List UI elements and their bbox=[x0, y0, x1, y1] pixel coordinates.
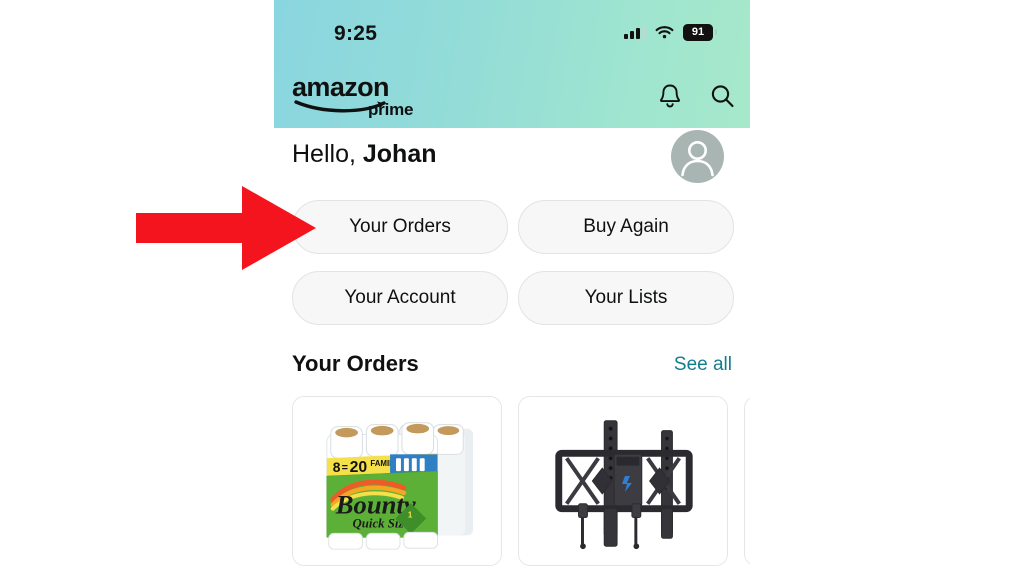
see-all-link[interactable]: See all bbox=[674, 354, 732, 376]
svg-text:prime: prime bbox=[368, 100, 413, 118]
search-icon bbox=[711, 85, 734, 108]
search-button[interactable] bbox=[706, 80, 738, 112]
quick-action-buy-again[interactable]: Buy Again bbox=[518, 200, 734, 254]
quick-action-label: Buy Again bbox=[583, 216, 669, 237]
greeting-prefix: Hello, bbox=[292, 140, 356, 168]
wifi-icon bbox=[655, 25, 674, 39]
svg-text:=: = bbox=[342, 462, 348, 474]
app-header: 9:25 91 amazon prime bbox=[274, 0, 750, 128]
user-name: Johan bbox=[362, 140, 437, 168]
order-card-bounty-paper-towels[interactable]: 8 = 20 FAMILY Bounty Quick Size 1 bbox=[292, 396, 502, 566]
battery-level-text: 91 bbox=[691, 25, 705, 38]
svg-text:8: 8 bbox=[333, 459, 341, 475]
tv-wall-mount-image bbox=[519, 397, 727, 565]
bounty-paper-towels-image: 8 = 20 FAMILY Bounty Quick Size 1 bbox=[293, 397, 501, 565]
bell-icon bbox=[659, 84, 681, 108]
status-bar-icons: 91 bbox=[624, 22, 717, 42]
quick-action-your-lists[interactable]: Your Lists bbox=[518, 271, 734, 325]
amazon-prime-logo: amazon prime bbox=[292, 72, 427, 119]
quick-action-label: Your Account bbox=[344, 287, 456, 308]
orders-section-title: Your Orders bbox=[292, 351, 419, 376]
quick-action-label: Your Orders bbox=[349, 216, 451, 237]
battery-icon: 91 bbox=[683, 23, 717, 41]
svg-text:20: 20 bbox=[350, 459, 368, 476]
status-bar-clock: 9:25 bbox=[334, 22, 378, 45]
svg-text:amazon: amazon bbox=[292, 72, 389, 102]
order-card-third-item[interactable] bbox=[744, 396, 750, 566]
quick-action-your-account[interactable]: Your Account bbox=[292, 271, 508, 325]
third-order-item-image bbox=[745, 397, 750, 565]
status-bar: 9:25 91 bbox=[274, 0, 750, 56]
svg-text:1: 1 bbox=[408, 511, 413, 520]
greeting-text: Hello, Johan bbox=[292, 140, 437, 169]
user-avatar-icon[interactable] bbox=[671, 130, 724, 183]
phone-screen: 9:25 91 amazon prime Hello, Johan Your O… bbox=[274, 0, 750, 576]
quick-action-label: Your Lists bbox=[584, 287, 668, 308]
order-card-tv-wall-mount[interactable] bbox=[518, 396, 728, 566]
cellular-signal-icon bbox=[624, 25, 646, 39]
quick-action-your-orders[interactable]: Your Orders bbox=[292, 200, 508, 254]
notifications-button[interactable] bbox=[654, 80, 686, 112]
